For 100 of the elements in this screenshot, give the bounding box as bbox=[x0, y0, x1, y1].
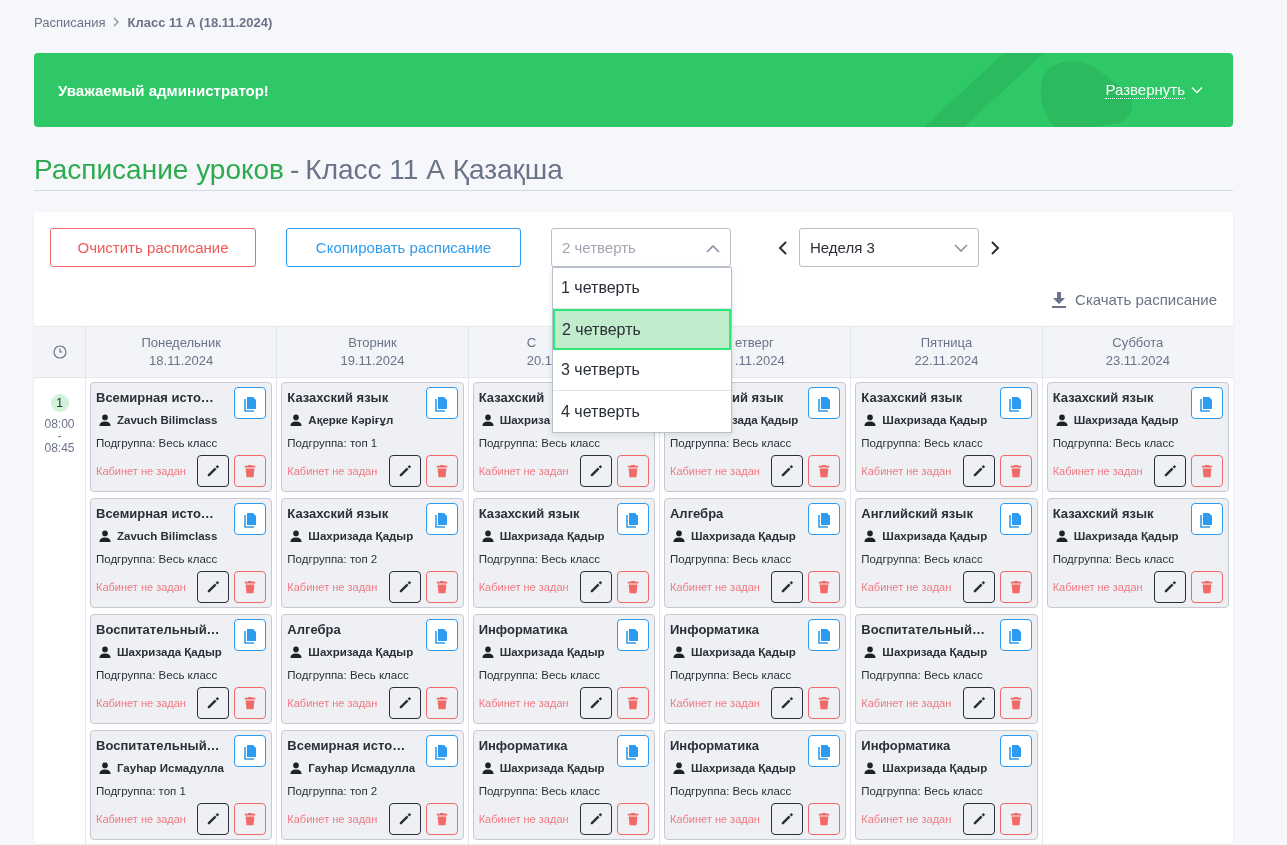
person-icon bbox=[99, 762, 111, 774]
trash-icon bbox=[243, 464, 258, 478]
subgroup-label: Подгруппа: Весь класс bbox=[96, 437, 219, 449]
edit-button[interactable] bbox=[580, 687, 612, 719]
room-status: Кабинет не задан bbox=[287, 697, 379, 709]
day-date: .11.2024 bbox=[735, 352, 785, 370]
copy-lesson-button[interactable] bbox=[999, 619, 1032, 651]
copy-lesson-button[interactable] bbox=[1191, 387, 1223, 419]
edit-button[interactable] bbox=[197, 571, 230, 603]
edit-button[interactable] bbox=[1154, 571, 1186, 603]
subgroup-label: Подгруппа: Весь класс bbox=[670, 785, 793, 797]
delete-button[interactable] bbox=[617, 803, 649, 835]
copy-lesson-button[interactable] bbox=[617, 503, 649, 535]
subject-name: Казахский язык bbox=[478, 505, 580, 523]
copy-lesson-button[interactable] bbox=[425, 387, 458, 419]
copy-lesson-button[interactable] bbox=[234, 735, 267, 767]
teacher-name: Шахризада Қадыр bbox=[308, 646, 414, 658]
edit-button[interactable] bbox=[771, 455, 804, 487]
copy-lesson-button[interactable] bbox=[1191, 503, 1223, 535]
edit-button[interactable] bbox=[388, 687, 421, 719]
copy-lesson-button[interactable] bbox=[808, 735, 841, 767]
copy-lesson-button[interactable] bbox=[808, 503, 841, 535]
menu-option[interactable]: 4 четверть bbox=[553, 391, 731, 432]
edit-button[interactable] bbox=[1154, 455, 1186, 487]
subject-name: Алгебра bbox=[287, 621, 341, 639]
edit-button[interactable] bbox=[197, 687, 230, 719]
copy-lesson-button[interactable] bbox=[425, 619, 458, 651]
teacher-name: Шахризада Қадыр bbox=[882, 646, 988, 658]
copy-lesson-button[interactable] bbox=[234, 503, 267, 535]
delete-button[interactable] bbox=[617, 687, 649, 719]
edit-button[interactable] bbox=[580, 803, 612, 835]
teacher-name: Zavuch Bilimclass bbox=[117, 530, 218, 542]
edit-button[interactable] bbox=[388, 803, 421, 835]
copy-lesson-button[interactable] bbox=[425, 735, 458, 767]
clear-schedule-button[interactable]: Очистить расписание bbox=[50, 228, 256, 267]
menu-option[interactable]: 2 четверть bbox=[553, 309, 731, 350]
copy-lesson-button[interactable] bbox=[425, 503, 458, 535]
trash-icon bbox=[817, 580, 832, 594]
trash-icon bbox=[1008, 464, 1023, 478]
copy-lesson-button[interactable] bbox=[808, 619, 841, 651]
edit-button[interactable] bbox=[197, 455, 230, 487]
copy-icon bbox=[1199, 394, 1215, 412]
edit-button[interactable] bbox=[771, 803, 804, 835]
delete-button[interactable] bbox=[1191, 571, 1223, 603]
copy-icon bbox=[242, 510, 258, 528]
menu-option[interactable]: 3 четверть bbox=[553, 350, 731, 391]
pencil-icon bbox=[1163, 464, 1177, 478]
edit-button[interactable] bbox=[197, 803, 230, 835]
copy-lesson-button[interactable] bbox=[999, 503, 1032, 535]
copy-icon bbox=[1199, 510, 1215, 528]
edit-button[interactable] bbox=[388, 455, 421, 487]
delete-button[interactable] bbox=[617, 571, 649, 603]
copy-icon bbox=[816, 626, 832, 644]
edit-button[interactable] bbox=[580, 455, 612, 487]
copy-lesson-button[interactable] bbox=[617, 619, 649, 651]
day-name: С bbox=[526, 334, 537, 352]
pencil-icon bbox=[780, 812, 795, 826]
edit-button[interactable] bbox=[962, 571, 995, 603]
delete-button[interactable] bbox=[617, 455, 649, 487]
teacher-name: Шахризада Қадыр bbox=[691, 530, 796, 542]
day-name: Пятница bbox=[920, 334, 973, 352]
copy-lesson-button[interactable] bbox=[808, 387, 841, 419]
chevron-right-icon bbox=[112, 17, 121, 27]
copy-lesson-button[interactable] bbox=[999, 387, 1032, 419]
pencil-icon bbox=[589, 580, 603, 594]
download-icon bbox=[1052, 291, 1067, 308]
subgroup-label: Подгруппа: Весь класс bbox=[861, 785, 984, 797]
copy-lesson-button[interactable] bbox=[234, 619, 267, 651]
room-status: Кабинет не задан bbox=[670, 465, 761, 477]
edit-button[interactable] bbox=[962, 803, 995, 835]
pencil-icon bbox=[780, 696, 795, 710]
teacher-name: Шахризада Қадыр bbox=[499, 646, 605, 658]
teacher-name: Шахризада Қадыр bbox=[308, 530, 414, 542]
pencil-icon bbox=[971, 464, 986, 478]
subgroup-label: Подгруппа: Весь класс bbox=[861, 553, 984, 565]
breadcrumb-link[interactable]: Расписания bbox=[34, 14, 106, 30]
copy-icon bbox=[816, 742, 832, 760]
room-status: Кабинет не задан bbox=[478, 465, 570, 477]
edit-button[interactable] bbox=[962, 687, 995, 719]
clock-icon bbox=[52, 345, 67, 359]
edit-button[interactable] bbox=[388, 571, 421, 603]
edit-button[interactable] bbox=[580, 571, 612, 603]
edit-button[interactable] bbox=[771, 687, 804, 719]
copy-lesson-button[interactable] bbox=[617, 735, 649, 767]
edit-button[interactable] bbox=[962, 455, 995, 487]
person-icon bbox=[481, 530, 494, 542]
subject-name: Казахский язык bbox=[861, 389, 963, 407]
room-status: Кабинет не задан bbox=[478, 581, 570, 593]
delete-button[interactable] bbox=[1191, 455, 1223, 487]
quarter-select[interactable]: 2 четверть bbox=[551, 228, 731, 267]
copy-lesson-button[interactable] bbox=[999, 735, 1032, 767]
copy-schedule-button[interactable]: Скопировать расписание bbox=[286, 228, 521, 267]
week-select[interactable]: Неделя 3 bbox=[799, 228, 979, 267]
download-link[interactable]: Скачать расписание bbox=[1052, 291, 1217, 308]
pencil-icon bbox=[589, 812, 603, 826]
person-icon bbox=[290, 646, 303, 658]
edit-button[interactable] bbox=[771, 571, 804, 603]
room-status: Кабинет не задан bbox=[861, 697, 953, 709]
copy-lesson-button[interactable] bbox=[234, 387, 267, 419]
pencil-icon bbox=[397, 580, 412, 594]
